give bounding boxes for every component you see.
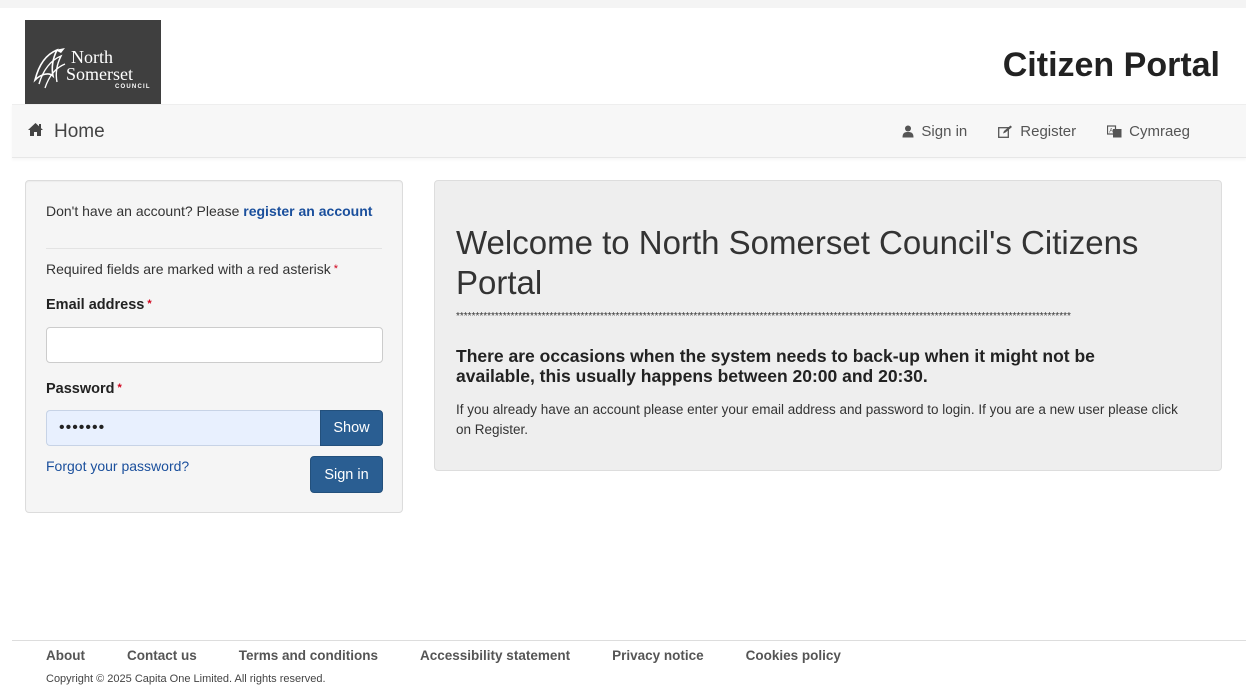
- nav-register-label: Register: [1020, 123, 1077, 140]
- password-label-text: Password: [46, 381, 115, 397]
- user-icon: [902, 125, 914, 138]
- nav-sign-in-label: Sign in: [921, 123, 968, 140]
- language-icon: A: [1107, 125, 1122, 138]
- email-required-asterisk: *: [147, 298, 152, 310]
- nav-right-links: Sign in Register A Cymraeg: [871, 123, 1190, 140]
- asterisk-separator: ****************************************…: [456, 311, 1071, 322]
- welcome-title: Welcome to North Somerset Council's Citi…: [456, 224, 1139, 301]
- site-header: North Somerset COUNCIL Citizen Portal: [0, 0, 1246, 112]
- footer-divider: [12, 640, 1246, 641]
- council-logo[interactable]: North Somerset COUNCIL: [25, 20, 161, 112]
- password-required-asterisk: *: [117, 382, 122, 394]
- footer-link-about[interactable]: About: [46, 648, 85, 663]
- register-account-link[interactable]: register an account: [243, 203, 372, 219]
- welcome-panel: Welcome to North Somerset Council's Citi…: [434, 180, 1222, 471]
- footer-link-cookies[interactable]: Cookies policy: [746, 648, 841, 663]
- nav-sign-in-link[interactable]: Sign in: [902, 123, 967, 140]
- footer-link-contact-us[interactable]: Contact us: [127, 648, 197, 663]
- nav-register-link[interactable]: Register: [998, 123, 1076, 140]
- footer-link-privacy[interactable]: Privacy notice: [612, 648, 704, 663]
- edit-icon: [998, 125, 1013, 138]
- password-group: Show: [46, 410, 383, 446]
- email-field[interactable]: [46, 327, 383, 363]
- home-icon: [27, 121, 44, 143]
- login-instructions: If you already have an account please en…: [456, 402, 1178, 437]
- password-field[interactable]: [46, 410, 321, 446]
- svg-text:A: A: [1109, 129, 1113, 135]
- main-navbar: Home Sign in Register A Cymraeg: [12, 104, 1246, 158]
- register-prompt: Don't have an account? Please register a…: [46, 202, 376, 221]
- required-asterisk: *: [333, 263, 339, 275]
- footer-links: About Contact us Terms and conditions Ac…: [46, 648, 883, 663]
- logo-text-council: COUNCIL: [115, 84, 151, 90]
- nav-home-link[interactable]: Home: [27, 121, 105, 143]
- login-panel: Don't have an account? Please register a…: [25, 180, 403, 513]
- copyright-text: Copyright © 2025 Capita One Limited. All…: [46, 673, 326, 685]
- nav-home-label: Home: [54, 121, 105, 142]
- forgot-password-link[interactable]: Forgot your password?: [46, 458, 189, 474]
- password-label: Password *: [46, 381, 122, 397]
- register-prompt-text: Don't have an account? Please: [46, 203, 240, 219]
- nav-cymraeg-link[interactable]: A Cymraeg: [1107, 123, 1190, 140]
- email-label-text: Email address: [46, 297, 145, 313]
- nav-cymraeg-label: Cymraeg: [1129, 123, 1190, 140]
- footer-link-accessibility[interactable]: Accessibility statement: [420, 648, 570, 663]
- footer-link-terms[interactable]: Terms and conditions: [239, 648, 378, 663]
- maintenance-notice: There are occasions when the system need…: [456, 346, 1095, 386]
- sign-in-button[interactable]: Sign in: [310, 456, 383, 493]
- login-divider: [46, 248, 382, 249]
- logo-text-somerset: Somerset: [66, 64, 133, 84]
- portal-title: Citizen Portal: [1002, 46, 1220, 84]
- email-label: Email address *: [46, 297, 152, 313]
- required-fields-note: Required fields are marked with a red as…: [46, 261, 338, 277]
- required-fields-text: Required fields are marked with a red as…: [46, 261, 331, 277]
- council-crest-icon: North Somerset COUNCIL: [33, 47, 151, 90]
- show-password-button[interactable]: Show: [320, 410, 383, 446]
